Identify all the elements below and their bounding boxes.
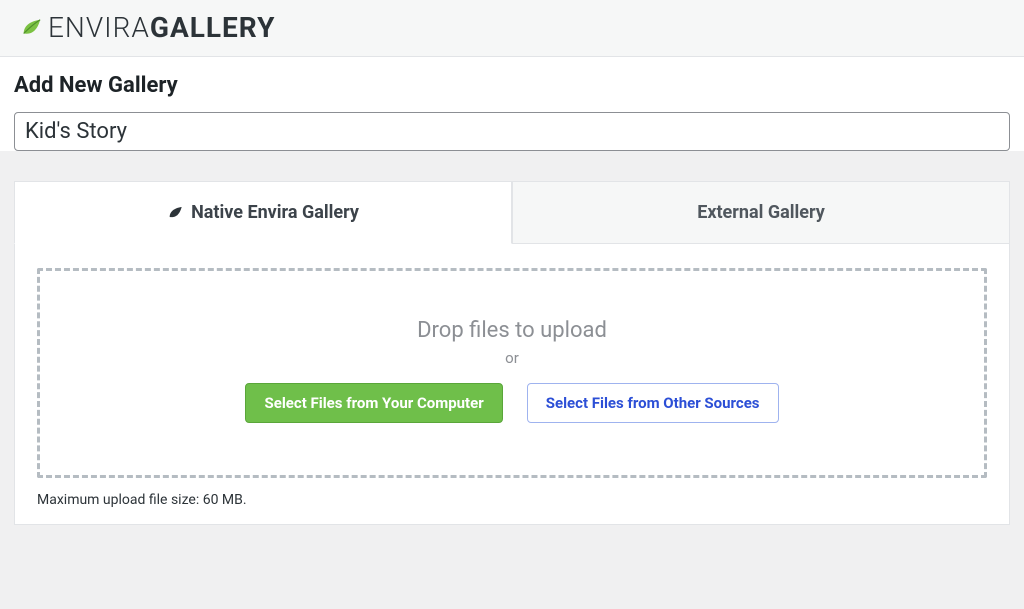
leaf-icon	[167, 205, 183, 221]
tab-native-label: Native Envira Gallery	[191, 202, 359, 223]
upload-panel: Drop files to upload or Select Files fro…	[14, 244, 1010, 525]
brand-logo: ENVIRAGALLERY	[20, 14, 275, 42]
brand-name: ENVIRAGALLERY	[48, 14, 275, 42]
max-upload-size-text: Maximum upload file size: 60 MB.	[37, 492, 987, 508]
leaf-icon	[20, 17, 42, 39]
tab-native-gallery[interactable]: Native Envira Gallery	[14, 181, 512, 244]
page-title: Add New Gallery	[14, 73, 1010, 98]
file-dropzone[interactable]: Drop files to upload or Select Files fro…	[37, 268, 987, 478]
upload-panel-body: Drop files to upload or Select Files fro…	[15, 244, 1009, 524]
select-files-computer-button[interactable]: Select Files from Your Computer	[245, 383, 502, 423]
dropzone-or-text: or	[505, 349, 519, 367]
brand-name-part2: GALLERY	[150, 11, 276, 44]
title-section: Add New Gallery	[0, 57, 1024, 151]
brand-name-part1: ENVIRA	[48, 11, 150, 44]
upload-buttons-row: Select Files from Your Computer Select F…	[245, 383, 778, 423]
tab-external-gallery[interactable]: External Gallery	[512, 181, 1010, 244]
gallery-title-input[interactable]	[14, 112, 1010, 151]
top-banner: ENVIRAGALLERY	[0, 0, 1024, 57]
source-tabs: Native Envira Gallery External Gallery	[14, 181, 1010, 244]
select-files-other-sources-button[interactable]: Select Files from Other Sources	[527, 383, 779, 423]
editor-area: Native Envira Gallery External Gallery D…	[0, 151, 1024, 525]
dropzone-heading: Drop files to upload	[417, 318, 607, 343]
tab-external-label: External Gallery	[697, 202, 825, 223]
